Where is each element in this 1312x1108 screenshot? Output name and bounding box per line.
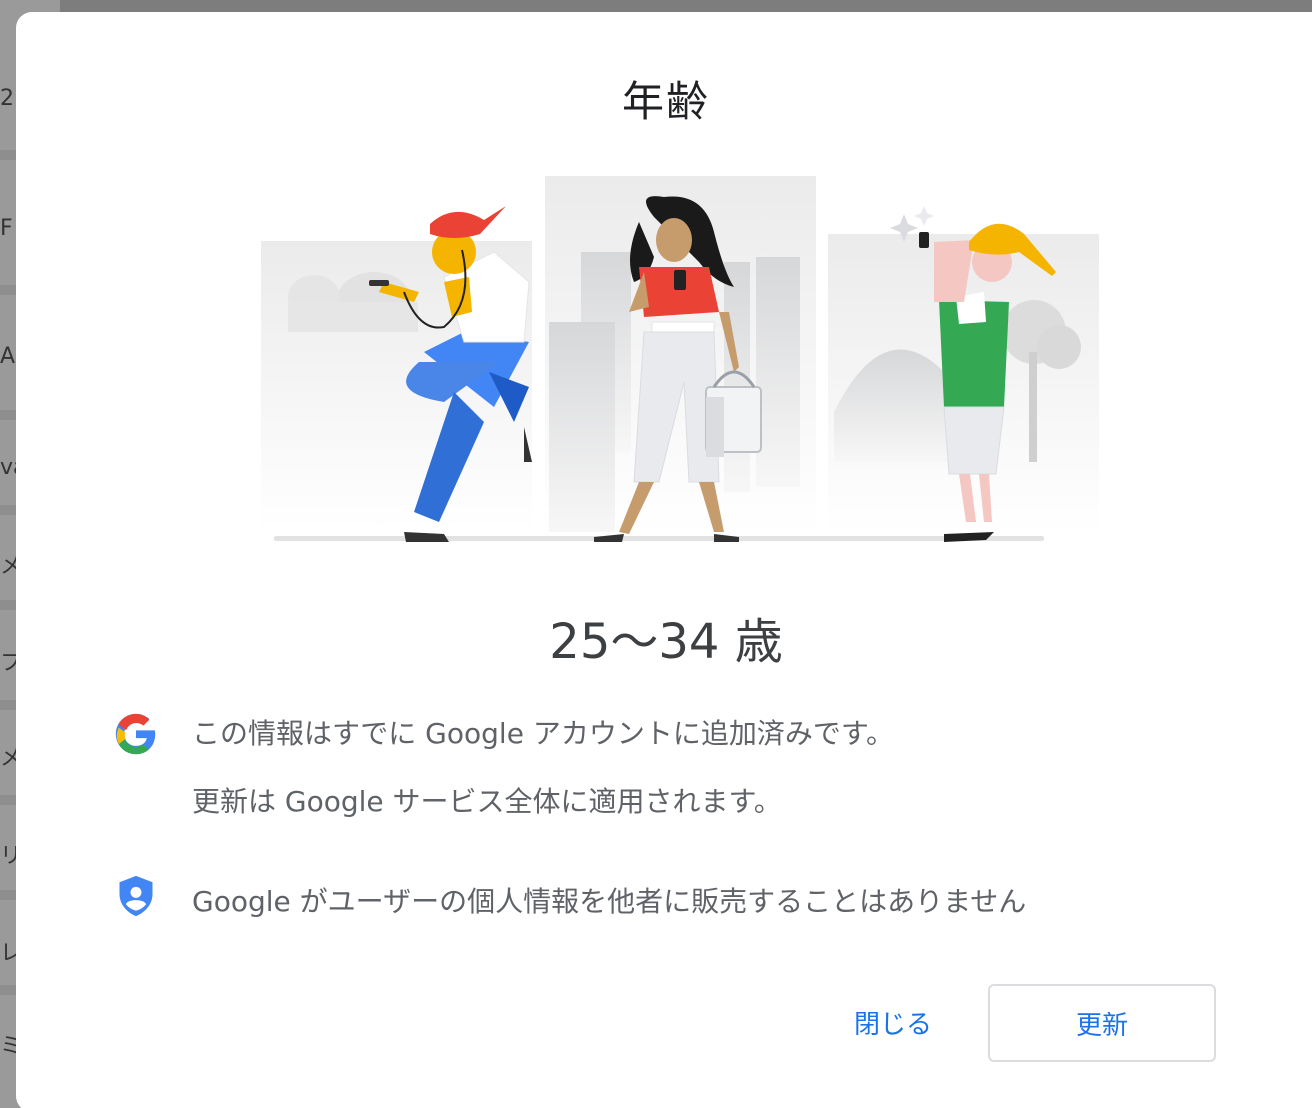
info-row-privacy: Google がユーザーの個人情報を他者に販売することはありません — [114, 868, 1026, 936]
people-illustration — [261, 176, 1099, 542]
info-privacy-text: Google がユーザーの個人情報を他者に販売することはありません — [192, 885, 1027, 918]
info-google-line1: この情報はすでに Google アカウントに追加済みです。 — [192, 717, 895, 750]
close-button[interactable]: 閉じる — [850, 1002, 936, 1042]
background-text: 2 — [0, 86, 14, 111]
background-text: A — [0, 344, 16, 369]
age-dialog: 年齢 25〜34 歳 この情報はすでに Google アカウントに追加済みです。… — [16, 12, 1312, 1108]
age-range-value: 25〜34 歳 — [549, 614, 783, 670]
shield-person-icon — [119, 875, 153, 917]
info-row-google-account: この情報はすでに Google アカウントに追加済みです。 更新は Google… — [114, 700, 894, 836]
background-text: F — [0, 216, 13, 241]
google-g-icon — [115, 713, 156, 755]
dialog-title: 年齢 — [621, 77, 710, 126]
update-button[interactable]: 更新 — [988, 984, 1216, 1062]
info-google-line2: 更新は Google サービス全体に適用されます。 — [192, 785, 782, 818]
